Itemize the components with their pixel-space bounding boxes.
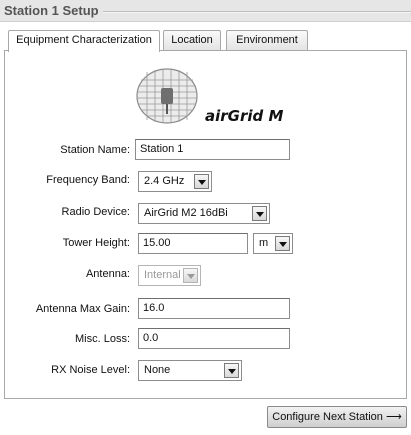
- misc-loss-input[interactable]: 0.0: [138, 328, 290, 349]
- radio-device-value: AirGrid M2 16dBi: [144, 207, 228, 219]
- airgrid-logo: airGrid M: [136, 68, 283, 125]
- antenna-select: Internal: [138, 265, 201, 286]
- misc-loss-label: Misc. Loss:: [74, 333, 130, 345]
- tower-height-unit-value: m: [259, 237, 269, 249]
- rx-noise-level-label: RX Noise Level:: [51, 364, 130, 376]
- tower-height-input[interactable]: 15.00: [138, 233, 248, 254]
- airgrid-wordmark: airGrid M: [205, 107, 283, 125]
- frequency-band-label: Frequency Band:: [46, 174, 130, 186]
- frequency-band-value: 2.4 GHz: [144, 175, 185, 187]
- tab-equipment-characterization[interactable]: Equipment Characterization: [8, 30, 160, 52]
- radio-device-label: Radio Device:: [61, 206, 130, 218]
- tower-height-label: Tower Height:: [62, 237, 130, 249]
- antenna-max-gain-label: Antenna Max Gain:: [35, 303, 130, 315]
- chevron-down-icon[interactable]: [252, 206, 267, 221]
- antenna-label: Antenna:: [85, 268, 130, 280]
- airgrid-antenna-icon: [136, 68, 198, 124]
- page-title: Station 1 Setup: [4, 3, 99, 18]
- chevron-down-icon: [183, 268, 198, 283]
- chevron-down-icon[interactable]: [224, 363, 239, 378]
- frequency-band-select[interactable]: 2.4 GHz: [138, 171, 212, 192]
- station-name-input[interactable]: Station 1: [135, 139, 290, 160]
- rx-noise-level-value: None: [144, 364, 171, 376]
- rx-noise-level-select[interactable]: None: [138, 360, 242, 381]
- tab-environment[interactable]: Environment: [226, 30, 308, 51]
- header-divider: [103, 11, 411, 13]
- setup-header: Station 1 Setup: [0, 0, 411, 22]
- antenna-value: Internal: [144, 269, 181, 281]
- station-name-label: Station Name:: [60, 144, 130, 156]
- tower-height-unit-select[interactable]: m: [253, 233, 293, 254]
- tab-location[interactable]: Location: [163, 30, 221, 51]
- configure-next-station-button[interactable]: Configure Next Station ⟶: [267, 406, 407, 428]
- chevron-down-icon[interactable]: [194, 174, 209, 189]
- chevron-down-icon[interactable]: [275, 236, 290, 251]
- radio-device-select[interactable]: AirGrid M2 16dBi: [138, 203, 270, 224]
- antenna-max-gain-input[interactable]: 16.0: [138, 298, 290, 319]
